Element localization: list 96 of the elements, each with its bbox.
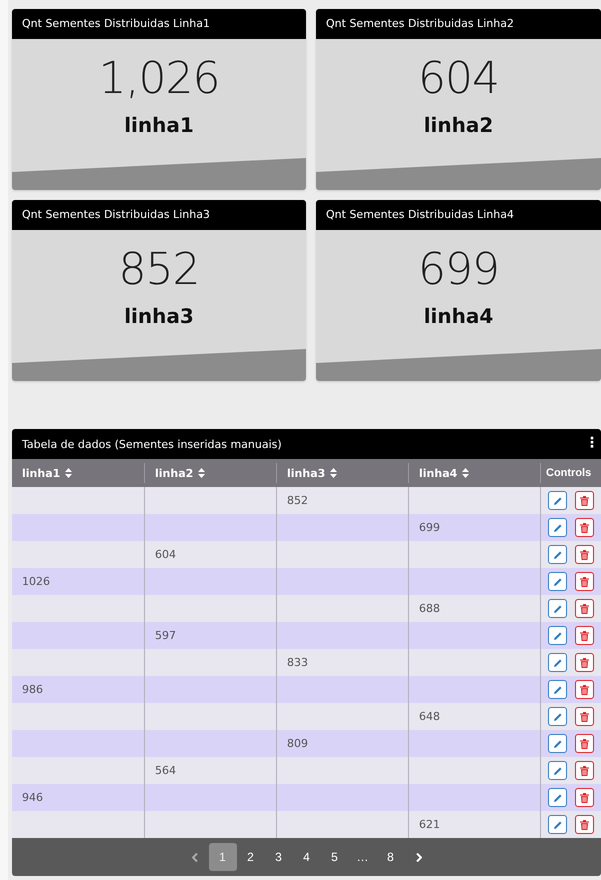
edit-button[interactable]	[548, 545, 567, 564]
pencil-icon	[552, 630, 562, 640]
edit-button[interactable]	[548, 788, 567, 807]
edit-button[interactable]	[548, 734, 567, 753]
table-cell: 564	[155, 764, 176, 777]
pencil-icon	[552, 712, 562, 722]
delete-button[interactable]	[575, 707, 594, 726]
card-title: Qnt Sementes Distribuidas Linha2	[316, 9, 601, 39]
trash-icon	[580, 604, 589, 614]
delete-button[interactable]	[575, 545, 594, 564]
edit-button[interactable]	[548, 518, 567, 537]
pencil-icon	[552, 496, 562, 506]
chevron-left-icon	[192, 852, 198, 862]
edit-button[interactable]	[548, 815, 567, 834]
trash-icon	[580, 792, 589, 802]
trash-icon	[580, 630, 589, 640]
trash-icon	[580, 712, 589, 722]
edit-button[interactable]	[548, 761, 567, 780]
table-cell: 597	[155, 629, 176, 642]
column-header[interactable]: linha2	[155, 466, 194, 480]
sort-icon	[198, 468, 206, 478]
delete-button[interactable]	[575, 572, 594, 591]
kpi-value: 852	[118, 244, 200, 296]
column-header[interactable]: linha1	[22, 466, 60, 480]
trash-icon	[580, 820, 589, 830]
pencil-icon	[552, 522, 562, 532]
edit-button[interactable]	[548, 626, 567, 645]
pencil-icon	[552, 576, 562, 586]
kpi-value: 699	[418, 244, 499, 296]
pencil-icon	[552, 684, 562, 694]
pencil-icon	[552, 604, 562, 614]
pencil-icon	[552, 766, 562, 776]
table-cell: 699	[419, 521, 440, 534]
page-button[interactable]: …	[348, 843, 376, 871]
card-title: Qnt Sementes Distribuidas Linha4	[316, 200, 601, 230]
delete-button[interactable]	[575, 788, 594, 807]
sort-icon	[65, 468, 72, 478]
kpi-value: 604	[418, 53, 499, 105]
chevron-right-icon	[416, 852, 422, 862]
table-title: Tabela de dados (Sementes inseridas manuais)	[22, 438, 282, 450]
page-button[interactable]: 5	[320, 843, 348, 871]
page-button[interactable]: 2	[236, 843, 264, 871]
delete-button[interactable]	[575, 626, 594, 645]
pencil-icon	[552, 550, 562, 560]
pencil-icon	[552, 738, 562, 748]
delete-button[interactable]	[575, 518, 594, 537]
edit-button[interactable]	[548, 653, 567, 672]
trash-icon	[580, 738, 589, 748]
column-header[interactable]: linha4	[419, 466, 458, 480]
table-cell: 1026	[22, 575, 50, 588]
delete-button[interactable]	[575, 599, 594, 618]
delete-button[interactable]	[575, 734, 594, 753]
delete-button[interactable]	[575, 680, 594, 699]
delete-button[interactable]	[575, 491, 594, 510]
table-cell: 688	[419, 602, 440, 615]
trash-icon	[580, 496, 589, 506]
trash-icon	[580, 684, 589, 694]
trash-icon	[580, 576, 589, 586]
page-button[interactable]: 4	[292, 843, 320, 871]
page-button[interactable]: 3	[264, 843, 292, 871]
table-cell: 986	[22, 683, 43, 696]
kpi-label: linha1	[124, 113, 194, 137]
sort-icon	[462, 468, 470, 478]
kpi-label: linha3	[124, 304, 194, 328]
sort-icon	[330, 468, 338, 478]
kpi-value: 1,026	[98, 53, 220, 105]
table-cell: 852	[287, 494, 308, 507]
table-cell: 648	[419, 710, 440, 723]
table-cell: 809	[287, 737, 308, 750]
edit-button[interactable]	[548, 572, 567, 591]
menu-icon[interactable]: ⋮	[585, 436, 599, 450]
table-cell: 833	[287, 656, 308, 669]
card-title: Qnt Sementes Distribuidas Linha3	[12, 200, 306, 230]
edit-button[interactable]	[548, 599, 567, 618]
edit-button[interactable]	[548, 491, 567, 510]
delete-button[interactable]	[575, 815, 594, 834]
column-header[interactable]: linha3	[287, 466, 326, 480]
trash-icon	[580, 522, 589, 532]
table-cell: 946	[22, 791, 43, 804]
edit-button[interactable]	[548, 680, 567, 699]
table-cell: 621	[419, 818, 440, 831]
trash-icon	[580, 658, 589, 668]
trash-icon	[580, 766, 589, 776]
page-button[interactable]: 8	[376, 843, 404, 871]
pencil-icon	[552, 658, 562, 668]
kpi-label: linha4	[424, 304, 494, 328]
kpi-label: linha2	[424, 113, 494, 137]
table-cell: 604	[155, 548, 176, 561]
column-header: Controls	[546, 467, 592, 479]
trash-icon	[580, 550, 589, 560]
edit-button[interactable]	[548, 707, 567, 726]
delete-button[interactable]	[575, 653, 594, 672]
pencil-icon	[552, 820, 562, 830]
card-title: Qnt Sementes Distribuidas Linha1	[12, 9, 306, 39]
pencil-icon	[552, 792, 562, 802]
delete-button[interactable]	[575, 761, 594, 780]
